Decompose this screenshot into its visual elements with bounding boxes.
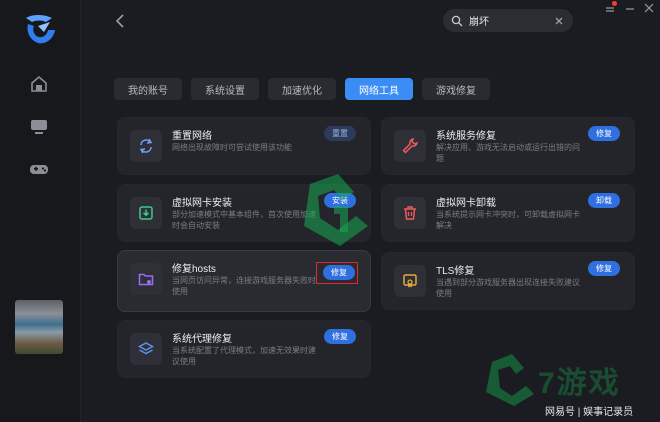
sidebar [0, 0, 81, 422]
gamepad-icon[interactable] [28, 158, 50, 180]
download-icon [130, 197, 162, 229]
card-virtual-nic-uninstall: 虚拟网卡卸载 当系统提示网卡冲突时，可卸载虚拟网卡解决 卸载 [381, 184, 635, 242]
close-icon[interactable] [643, 2, 655, 14]
tab-my-account[interactable]: 我的账号 [114, 78, 182, 100]
card-title: 系统代理修复 [172, 334, 232, 345]
search-query: 崩坏 [469, 17, 489, 28]
card-desc: 当系统配置了代理模式，加速无效果时建议使用 [172, 346, 316, 366]
card-system-service-repair: 系统服务修复 解决应用、游戏无法启动或运行出错的问题 修复 [381, 117, 635, 175]
monitor-icon[interactable] [28, 116, 50, 138]
trash-icon [394, 197, 426, 229]
watermark-text: 网易号 | 娱事记录员 [545, 407, 634, 418]
card-title: 虚拟网卡安装 [172, 198, 232, 209]
card-desc: 网络出现故障时可尝试使用该功能 [172, 143, 292, 152]
tab-system-settings[interactable]: 系统设置 [191, 78, 259, 100]
card-desc: 解决应用、游戏无法启动或运行出错的问题 [436, 143, 580, 163]
watermark-corner-logo-icon [486, 354, 534, 406]
highlight-box [316, 262, 358, 284]
card-desc: 当系统提示网卡冲突时，可卸载虚拟网卡解决 [436, 210, 580, 230]
refresh-icon [130, 130, 162, 162]
card-desc: 当遇到部分游戏服务器出现连接失败建议使用 [436, 278, 580, 298]
card-system-proxy-repair: 系统代理修复 当系统配置了代理模式，加速无效果时建议使用 修复 [117, 320, 371, 378]
repair-button[interactable]: 修复 [588, 126, 620, 141]
layers-icon [130, 333, 162, 365]
app-logo-icon[interactable] [22, 12, 58, 46]
uninstall-button[interactable]: 卸载 [588, 193, 620, 208]
tab-acceleration[interactable]: 加速优化 [268, 78, 336, 100]
card-desc: 当网页访问异常，连接游戏服务器失败时使用 [172, 276, 316, 296]
tab-network-tools[interactable]: 网络工具 [345, 78, 413, 100]
home-icon[interactable] [28, 73, 50, 95]
avatar[interactable] [15, 300, 63, 354]
back-arrow-icon[interactable] [113, 12, 127, 30]
clear-icon[interactable] [553, 15, 565, 27]
tab-game-repair[interactable]: 游戏修复 [422, 78, 490, 100]
repair-button[interactable]: 修复 [588, 261, 620, 276]
card-title: 修复hosts [172, 264, 216, 275]
folder-icon [130, 263, 162, 295]
watermark-brand: 7游戏 [538, 367, 621, 400]
certificate-icon [394, 265, 426, 297]
notification-dot [612, 1, 617, 6]
card-title: TLS修复 [436, 266, 475, 277]
wrench-icon [394, 130, 426, 162]
tab-bar: 我的账号 系统设置 加速优化 网络工具 游戏修复 [114, 78, 490, 100]
card-title: 系统服务修复 [436, 131, 496, 142]
card-reset-network: 重置网络 网络出现故障时可尝试使用该功能 重置 [117, 117, 371, 175]
search-icon [451, 15, 463, 26]
watermark-logo-icon [304, 174, 368, 246]
card-title: 虚拟网卡卸载 [436, 198, 496, 209]
card-tls-repair: TLS修复 当遇到部分游戏服务器出现连接失败建议使用 修复 [381, 252, 635, 310]
repair-button[interactable]: 修复 [324, 329, 356, 344]
minimize-icon[interactable] [624, 2, 636, 14]
search-input[interactable]: 崩坏 [443, 9, 573, 32]
reset-button[interactable]: 重置 [324, 126, 356, 141]
card-title: 重置网络 [172, 131, 212, 142]
